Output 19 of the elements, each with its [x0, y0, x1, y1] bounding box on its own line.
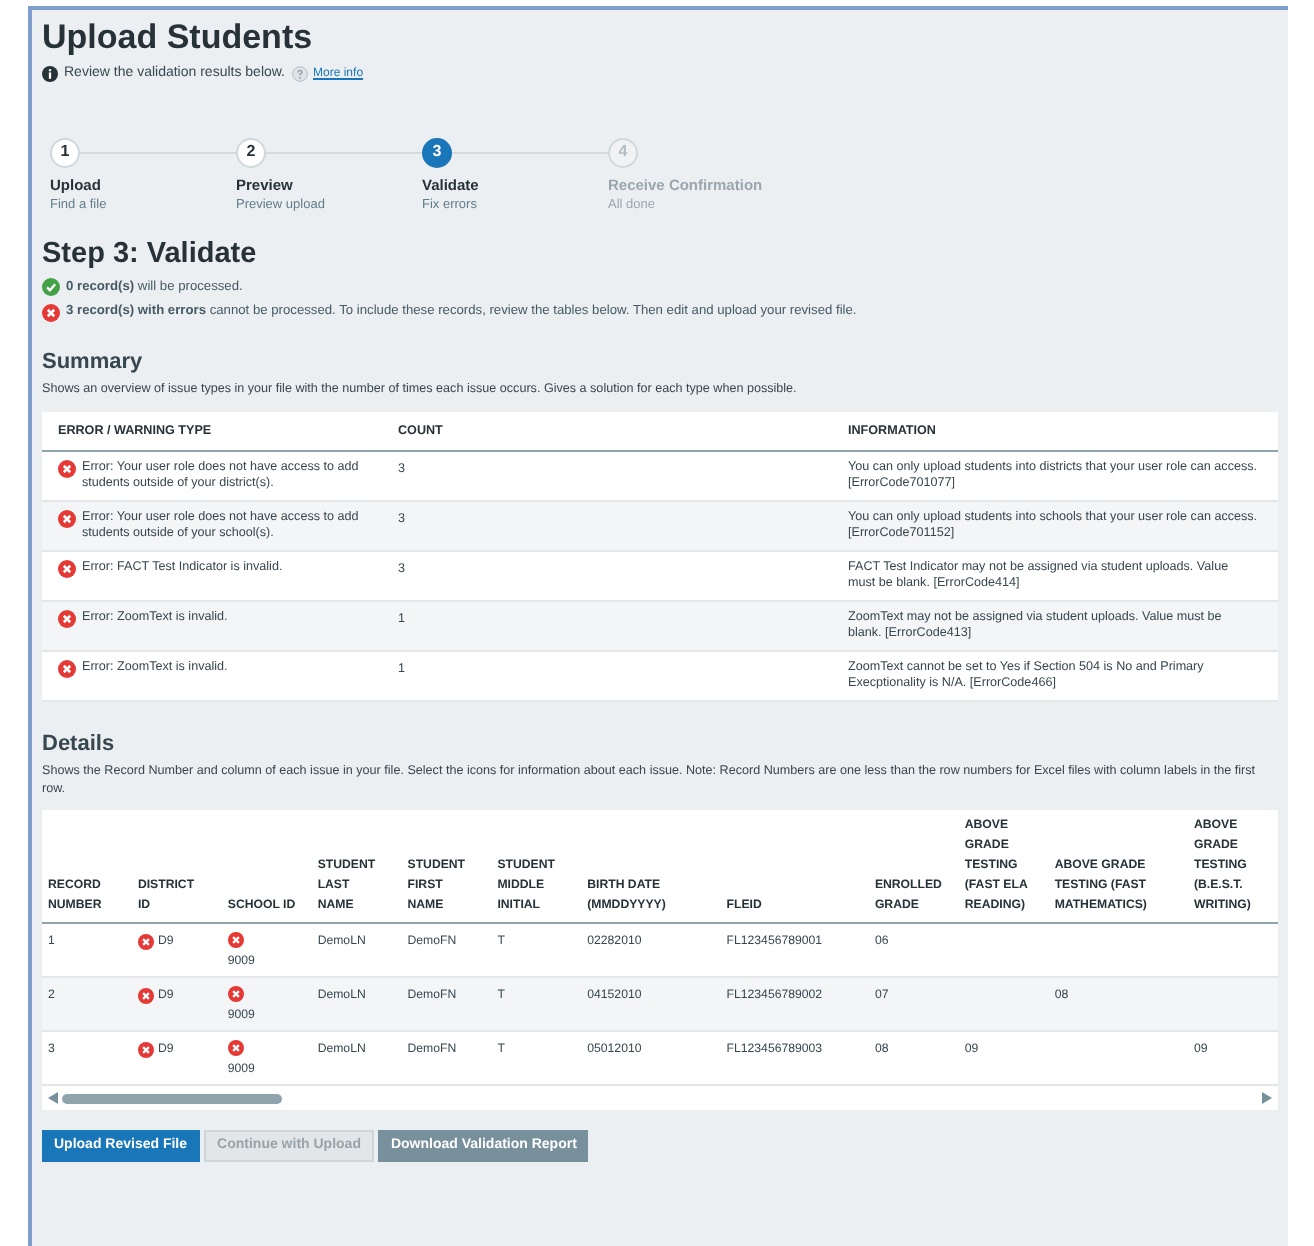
page-title: Upload Students: [42, 16, 315, 60]
error-icon: [58, 510, 76, 529]
scroll-right-icon[interactable]: [1262, 1092, 1272, 1105]
error-icon: [58, 660, 76, 679]
info-icon: [42, 66, 58, 83]
summary-heading: Summary: [42, 348, 145, 377]
step-number: 4: [608, 137, 638, 167]
scroll-left-icon[interactable]: [48, 1092, 58, 1105]
error-icon: [58, 460, 76, 479]
error-icon: [58, 610, 76, 629]
step-number: 2: [236, 137, 266, 167]
error-icon: [58, 560, 76, 579]
error-icon: [42, 303, 60, 322]
details-heading: Details: [42, 730, 117, 759]
check-icon: [42, 277, 60, 296]
step-number: 3: [422, 137, 452, 167]
help-icon: [291, 66, 308, 83]
step-heading: Step 3: Validate: [42, 235, 259, 271]
step-number: 1: [50, 137, 80, 167]
